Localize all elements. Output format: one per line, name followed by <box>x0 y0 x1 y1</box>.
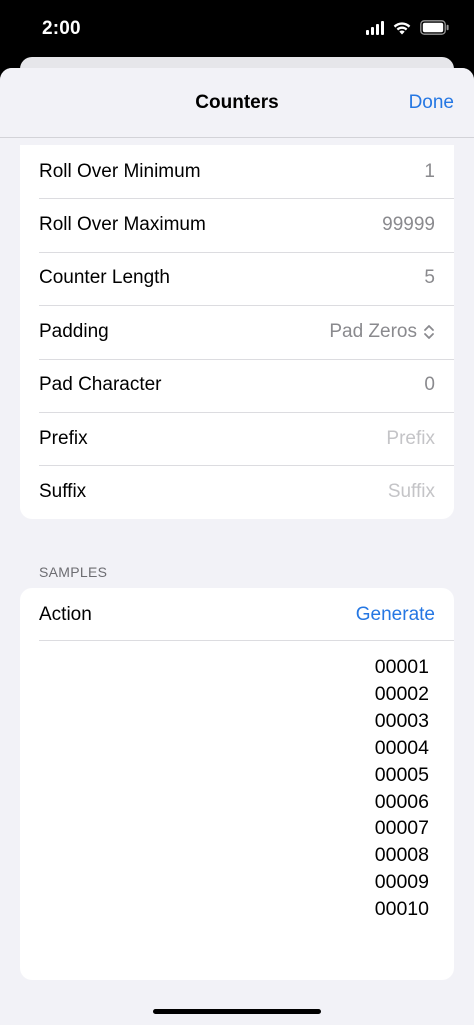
battery-icon <box>420 20 450 35</box>
padding-picker[interactable]: Pad Zeros <box>329 321 435 343</box>
cellular-signal-icon <box>366 20 384 35</box>
settings-row-roll-over-maximum[interactable]: Roll Over Maximum 99999 <box>20 198 454 251</box>
generate-button[interactable]: Generate <box>356 604 435 626</box>
samples-card: Action Generate 00001 00002 00003 00004 … <box>20 588 454 980</box>
action-row: Action Generate <box>20 588 454 641</box>
counters-sheet: Counters Done Roll Over Minimum 1 Roll O… <box>0 68 474 1025</box>
status-bar: 2:00 <box>0 0 474 60</box>
settings-row-counter-length[interactable]: Counter Length 5 <box>20 251 454 305</box>
status-time: 2:00 <box>42 18 81 39</box>
settings-row-prefix[interactable]: Prefix <box>20 411 454 465</box>
row-label: Counter Length <box>39 267 170 289</box>
row-label: Roll Over Maximum <box>39 214 206 236</box>
row-label: Prefix <box>39 427 88 449</box>
home-indicator[interactable] <box>153 1009 321 1014</box>
done-button[interactable]: Done <box>409 92 454 114</box>
sample-line: 00009 <box>374 871 429 894</box>
page-title: Counters <box>195 92 279 113</box>
sample-line: 00005 <box>374 763 429 786</box>
sample-line: 00001 <box>374 656 429 678</box>
row-label: Roll Over Minimum <box>39 160 201 182</box>
sample-line: 00010 <box>374 898 429 921</box>
roll-over-maximum-value[interactable]: 99999 <box>382 214 435 236</box>
wifi-icon <box>392 20 412 35</box>
suffix-input[interactable] <box>275 481 435 504</box>
padding-picker-value: Pad Zeros <box>329 320 417 342</box>
row-label: Suffix <box>39 481 87 503</box>
chevron-up-down-icon <box>423 324 435 340</box>
row-label: Padding <box>39 320 109 342</box>
sample-line: 00004 <box>374 736 429 759</box>
settings-row-pad-character[interactable]: Pad Character 0 <box>20 358 454 412</box>
navigation-bar: Counters Done <box>0 68 474 138</box>
settings-row-roll-over-minimum[interactable]: Roll Over Minimum 1 <box>20 145 454 198</box>
sample-line: 00006 <box>374 790 429 813</box>
samples-section-header: SAMPLES <box>39 564 108 580</box>
settings-row-padding[interactable]: Padding Pad Zeros <box>20 305 454 358</box>
pad-character-value[interactable]: 0 <box>424 374 435 396</box>
row-label: Pad Character <box>39 374 162 396</box>
action-label: Action <box>39 603 92 625</box>
status-icons <box>366 20 450 35</box>
sample-line: 00007 <box>374 817 429 840</box>
sample-line: 00002 <box>374 682 429 705</box>
counter-settings-card: Roll Over Minimum 1 Roll Over Maximum 99… <box>20 145 454 519</box>
roll-over-minimum-value[interactable]: 1 <box>424 161 435 183</box>
sample-line: 00003 <box>374 709 429 732</box>
prefix-input[interactable] <box>275 427 435 450</box>
counter-length-value[interactable]: 5 <box>424 267 435 289</box>
settings-row-suffix[interactable]: Suffix <box>20 465 454 518</box>
sample-line: 00008 <box>374 844 429 867</box>
samples-output: 00001 00002 00003 00004 00005 00006 0000… <box>375 654 429 923</box>
